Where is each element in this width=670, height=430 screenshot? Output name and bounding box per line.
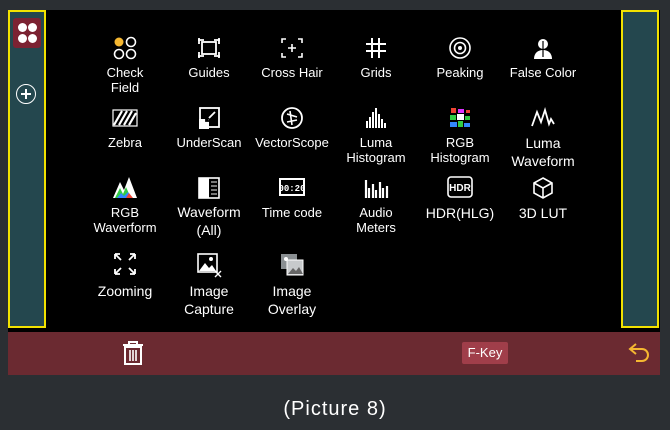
tool-label-line2: Overlay	[267, 301, 317, 317]
tool-label-line1: Cross Hair	[261, 65, 323, 80]
zooming-icon	[114, 253, 136, 275]
bottom-bar: F-Key	[8, 332, 660, 375]
tool-label-line1: Time code	[261, 205, 323, 220]
tool-label-line2: (All)	[196, 222, 222, 238]
rgb-histogram-icon	[450, 108, 470, 127]
check-field-icon	[113, 36, 137, 60]
four-dots-icon[interactable]	[13, 18, 41, 48]
3d-lut-icon	[533, 177, 553, 199]
tool-label-line1: Image	[189, 283, 229, 299]
luma-waveform-icon	[531, 106, 555, 127]
grids-icon	[366, 38, 386, 58]
tool-label-line1: VectorScope	[255, 135, 329, 150]
picture-caption: (Picture 8)	[283, 398, 387, 420]
tool-label-line1: 3D LUT	[518, 205, 568, 221]
waveform-all-icon	[198, 177, 220, 199]
false-color-icon	[534, 39, 552, 59]
tool-image-capture[interactable]: Image Capture	[165, 252, 253, 318]
tool-label-line1: Image	[272, 283, 312, 299]
tool-label-line2: Meters	[356, 220, 396, 235]
tool-label-line1: Luma	[525, 135, 561, 151]
tool-guides[interactable]: Guides	[165, 36, 253, 80]
crosshair-icon	[281, 38, 303, 58]
tool-label-line1: Waveform	[177, 204, 241, 220]
timecode-icon: 00:20	[278, 178, 306, 196]
tool-grids[interactable]: Grids	[332, 36, 420, 80]
tool-peaking[interactable]: Peaking	[416, 36, 504, 80]
tool-3d-lut[interactable]: 3D LUT	[499, 176, 587, 222]
tool-label-line1: Grids	[360, 65, 392, 80]
tool-waveform-all[interactable]: Waveform (All)	[165, 176, 253, 239]
tool-crosshair[interactable]: Cross Hair	[248, 36, 336, 80]
left-side-panel	[8, 10, 46, 328]
tool-label-line2: Histogram	[430, 150, 490, 165]
tool-label-line2: Capture	[184, 301, 234, 317]
tool-hdr-hlg[interactable]: HDR HDR(HLG)	[416, 176, 504, 222]
tool-luma-histogram[interactable]: Luma Histogram	[332, 106, 420, 165]
tool-label-line1: RGB	[445, 135, 475, 150]
image-overlay-icon	[281, 254, 304, 276]
trash-icon[interactable]	[120, 340, 146, 366]
tool-label-line1: Luma	[359, 135, 393, 150]
hdr-icon-text: HDR	[449, 183, 471, 194]
rgb-waveform-icon	[113, 177, 137, 198]
audio-meters-icon	[364, 180, 389, 198]
vectorscope-icon	[281, 107, 303, 129]
tool-label-line1: Zebra	[108, 135, 142, 150]
tool-label-line1: HDR(HLG)	[425, 205, 495, 221]
underscan-icon	[199, 107, 220, 129]
tool-label-line1: Check	[106, 65, 144, 80]
tool-underscan[interactable]: UnderScan	[165, 106, 253, 150]
tool-zooming[interactable]: Zooming	[81, 252, 169, 300]
tool-vectorscope[interactable]: VectorScope	[248, 106, 336, 150]
tool-false-color[interactable]: False Color	[499, 36, 587, 80]
plus-circle-icon[interactable]	[16, 84, 36, 104]
luma-histogram-icon	[366, 108, 386, 128]
tool-label-line2: Waverform	[93, 220, 157, 235]
tool-check-field[interactable]: Check Field	[81, 36, 169, 95]
tool-label-line1: UnderScan	[176, 135, 242, 150]
tool-rgb-histogram[interactable]: RGB Histogram	[416, 106, 504, 165]
tool-timecode[interactable]: 00:20 Time code	[248, 176, 336, 220]
return-arrow-icon[interactable]	[626, 340, 652, 366]
tool-zebra[interactable]: Zebra	[81, 106, 169, 150]
tool-label-line1: Zooming	[97, 283, 153, 299]
zebra-icon	[112, 109, 138, 127]
tool-image-overlay[interactable]: Image Overlay	[248, 252, 336, 318]
image-capture-icon	[197, 253, 222, 278]
tool-audio-meters[interactable]: Audio Meters	[332, 176, 420, 235]
tool-label-line2: Field	[110, 80, 140, 95]
guides-icon	[198, 38, 220, 58]
tool-label-line1: Guides	[188, 65, 230, 80]
peaking-icon	[449, 37, 471, 59]
timecode-icon-text: 00:20	[278, 184, 305, 194]
tool-label-line2: Histogram	[346, 150, 406, 165]
tool-label-line1: False Color	[509, 65, 577, 80]
tool-label-line1: RGB	[110, 205, 140, 220]
hdr-icon: HDR	[447, 176, 473, 198]
tool-label-line1: Audio	[359, 205, 393, 220]
tool-luma-waveform[interactable]: Luma Waveform	[499, 106, 587, 170]
tool-label-line2: Waveform	[511, 153, 575, 169]
fkey-button[interactable]: F-Key	[462, 342, 508, 364]
tool-label-line1: Peaking	[436, 65, 484, 80]
tool-rgb-waveform[interactable]: RGB Waverform	[81, 176, 169, 235]
right-side-panel	[621, 10, 659, 328]
